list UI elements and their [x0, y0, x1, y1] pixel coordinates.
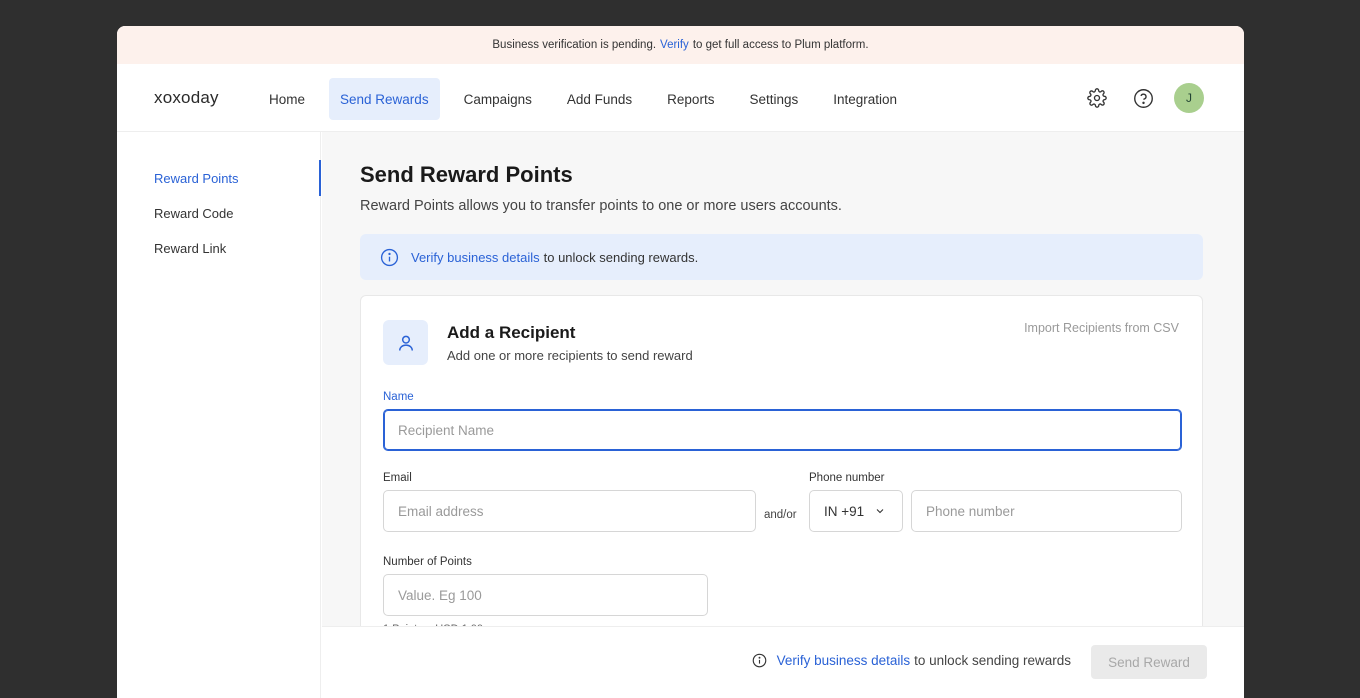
email-label: Email	[383, 472, 412, 484]
nav-integration[interactable]: Integration	[822, 78, 908, 120]
email-input[interactable]	[383, 490, 756, 532]
alert-text: to unlock sending rewards.	[543, 249, 699, 265]
recipient-name-input[interactable]	[383, 409, 1182, 451]
verify-alert: Verify business details to unlock sendin…	[360, 234, 1203, 280]
user-icon	[383, 320, 428, 365]
country-code-value: IN +91	[824, 503, 865, 519]
points-input[interactable]	[383, 574, 708, 616]
points-label: Number of Points	[383, 556, 472, 568]
sidebar-item-reward-code[interactable]: Reward Code	[154, 206, 234, 221]
footer-message: Verify business details to unlock sendin…	[752, 653, 1071, 668]
app-window: Business verification is pending. Verify…	[117, 26, 1244, 698]
info-icon	[752, 653, 766, 668]
card-subtitle: Add one or more recipients to send rewar…	[447, 348, 693, 363]
brand-logo[interactable]: xoxoday	[154, 88, 219, 108]
import-csv-link[interactable]: Import Recipients from CSV	[1024, 321, 1179, 335]
page-subtitle: Reward Points allows you to transfer poi…	[360, 198, 842, 214]
footer-verify-link[interactable]: Verify business details	[777, 653, 911, 668]
banner-text: Business verification is pending.	[492, 39, 657, 51]
sidebar-item-reward-link[interactable]: Reward Link	[154, 241, 226, 256]
nav-send-rewards[interactable]: Send Rewards	[329, 78, 440, 120]
banner-suffix: to get full access to Plum platform.	[692, 39, 869, 51]
page-title: Send Reward Points	[360, 162, 573, 187]
chevron-down-icon	[876, 509, 884, 514]
nav-reports[interactable]: Reports	[656, 78, 725, 120]
top-navigation: xoxoday Home Send Rewards Campaigns Add …	[117, 64, 1244, 132]
nav-actions: J	[1082, 83, 1204, 113]
nav-settings[interactable]: Settings	[738, 78, 809, 120]
country-code-select[interactable]: IN +91	[809, 490, 903, 532]
card-title: Add a Recipient	[447, 323, 576, 342]
sidebar: Reward Points Reward Code Reward Link	[117, 132, 321, 698]
main-content: Send Reward Points Reward Points allows …	[322, 132, 1244, 698]
gear-icon[interactable]	[1082, 83, 1112, 113]
banner-verify-link[interactable]: Verify	[660, 39, 689, 51]
nav-home[interactable]: Home	[258, 78, 316, 120]
sidebar-item-reward-points[interactable]: Reward Points	[154, 171, 239, 186]
phone-input[interactable]	[911, 490, 1182, 532]
footer-text: to unlock sending rewards	[914, 653, 1071, 668]
info-icon	[380, 248, 399, 266]
verification-banner: Business verification is pending. Verify…	[117, 26, 1244, 64]
phone-label: Phone number	[809, 472, 885, 484]
nav-add-funds[interactable]: Add Funds	[556, 78, 643, 120]
send-reward-button[interactable]: Send Reward	[1091, 645, 1207, 679]
avatar[interactable]: J	[1174, 83, 1204, 113]
sidebar-active-indicator	[319, 160, 321, 196]
and-or-text: and/or	[764, 509, 797, 521]
name-label: Name	[383, 391, 414, 403]
help-icon[interactable]	[1128, 83, 1158, 113]
alert-verify-link[interactable]: Verify business details	[411, 250, 540, 265]
footer-bar: Verify business details to unlock sendin…	[322, 626, 1244, 698]
nav-campaigns[interactable]: Campaigns	[453, 78, 543, 120]
nav-menu: Home Send Rewards Campaigns Add Funds Re…	[258, 78, 921, 120]
